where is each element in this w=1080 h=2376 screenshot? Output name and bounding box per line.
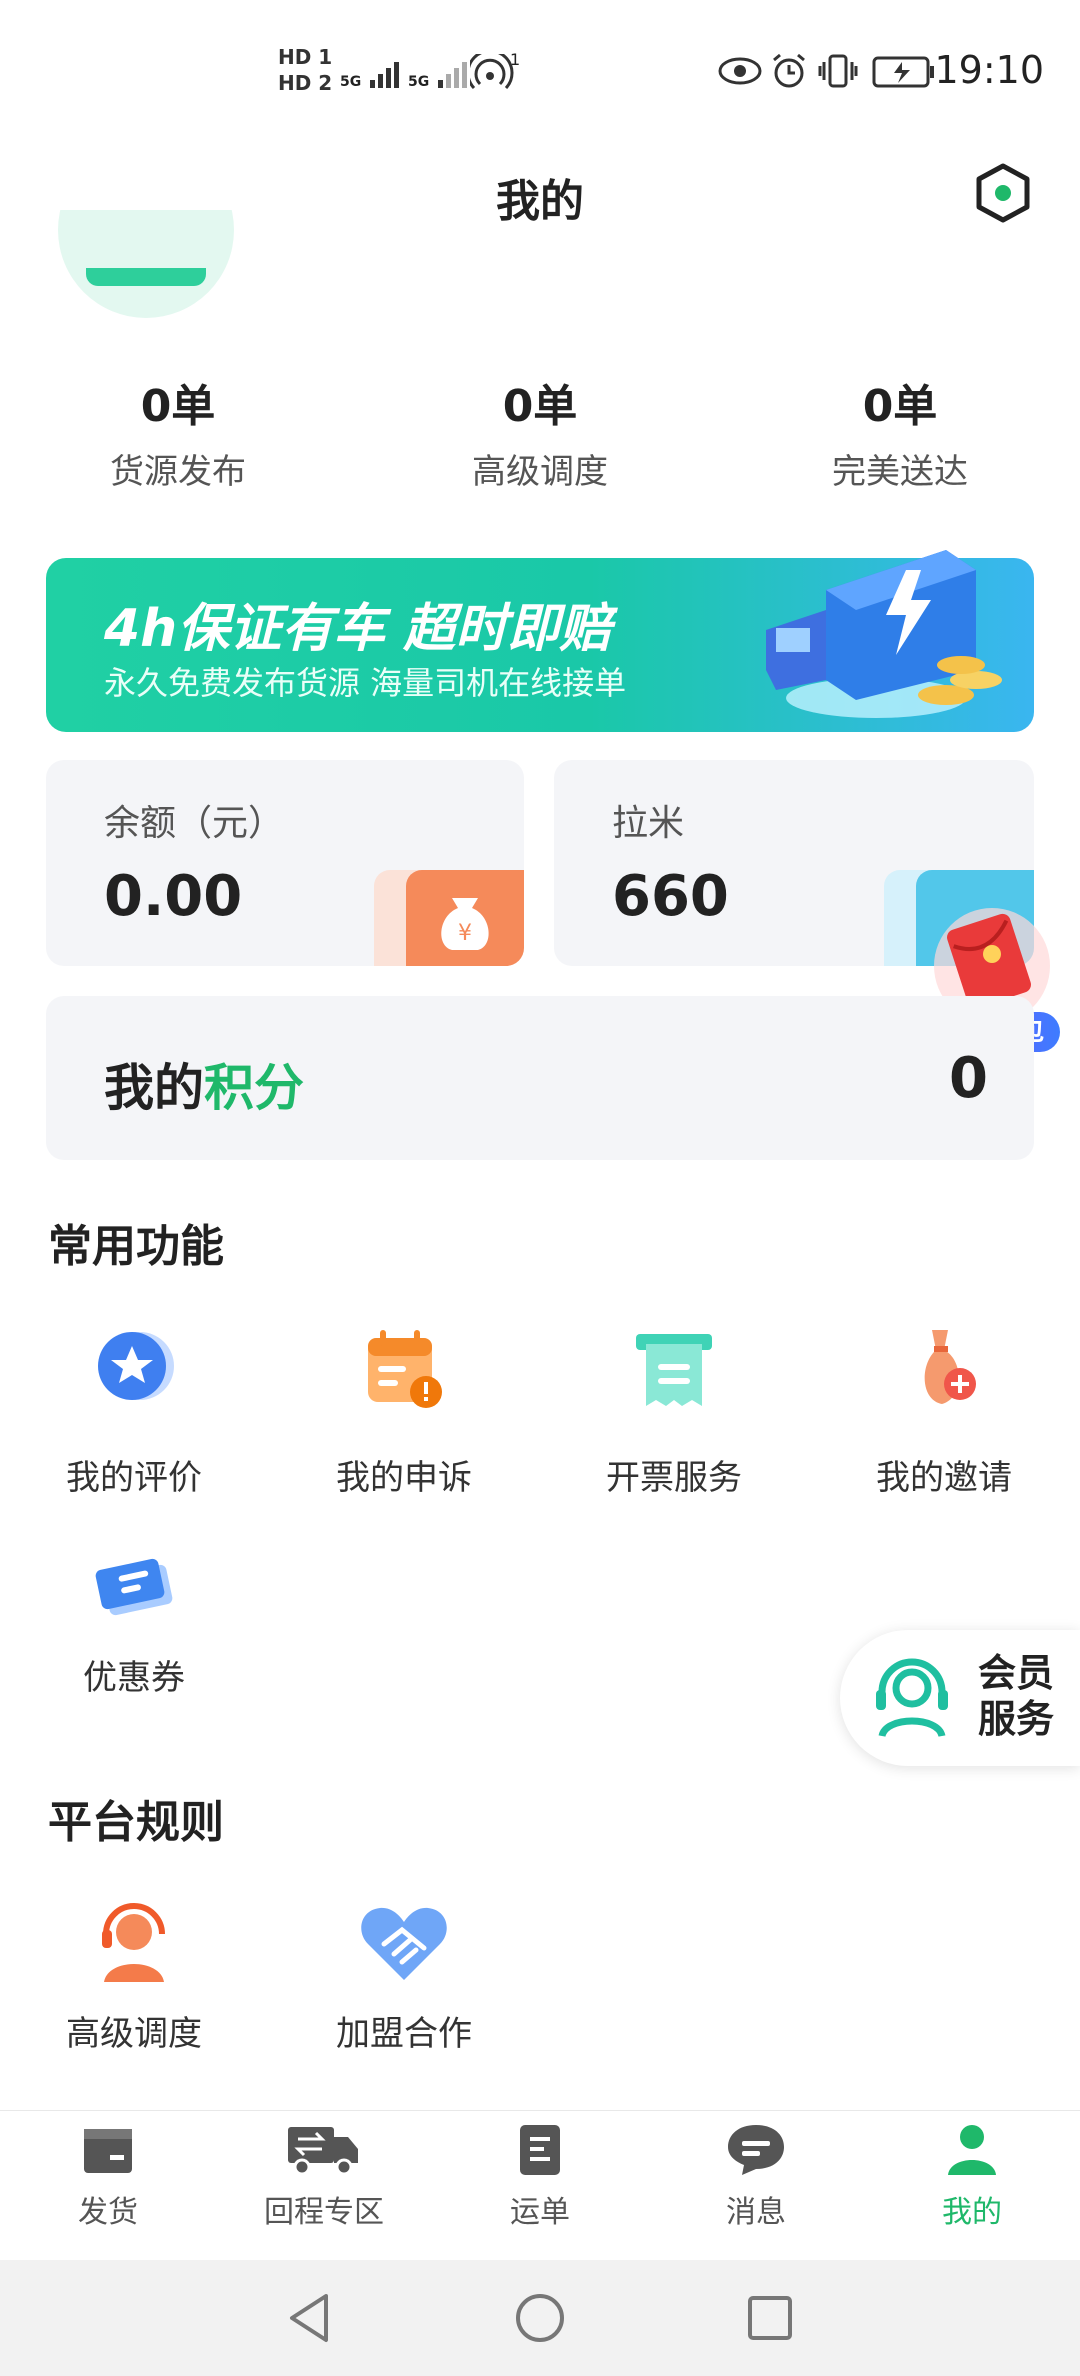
points-title-prefix: 我的 [104, 1059, 204, 1117]
stat-publish[interactable]: 0单 货源发布 [28, 370, 328, 493]
nav-ship[interactable]: 发货 [0, 2119, 216, 2231]
eye-icon [718, 56, 762, 90]
document-icon [520, 2125, 560, 2175]
balance-card[interactable]: 余额（元） 0.00 ¥ [46, 760, 524, 966]
money-bag-icon: ¥ [406, 870, 524, 966]
star-badge-icon [98, 1332, 174, 1400]
member-service-label: 会员 服务 [978, 1650, 1054, 1742]
lami-value: 660 [612, 864, 729, 929]
invite-icon [924, 1330, 976, 1404]
svg-text:¥: ¥ [458, 921, 472, 946]
hotspot-icon: 1 [466, 49, 520, 98]
net1-label: 5G [340, 74, 362, 90]
nav-mine[interactable]: 我的 [864, 2119, 1080, 2231]
status-bar: HD 1 HD 2 5G 5G 1 19:10 [0, 0, 1080, 140]
balance-value: 0.00 [104, 864, 243, 929]
battery-icon [872, 56, 936, 92]
customer-service-icon [876, 1658, 948, 1738]
points-value: 0 [949, 1046, 988, 1111]
sim2-label: HD 2 [278, 71, 333, 95]
system-nav-bar [0, 2260, 1080, 2376]
points-title-highlight: 积分 [204, 1059, 304, 1117]
person-icon [948, 2125, 996, 2175]
rule-label: 高级调度 [66, 2014, 202, 2054]
rule-advanced-dispatch[interactable]: 高级调度 [24, 1892, 244, 2055]
func-label: 开票服务 [606, 1458, 742, 1498]
lami-label: 拉米 [612, 803, 685, 844]
nav-return-zone[interactable]: 回程专区 [216, 2119, 432, 2231]
nav-label: 发货 [78, 2195, 138, 2230]
func-my-review[interactable]: 我的评价 [24, 1320, 244, 1499]
func-label: 优惠券 [83, 1658, 185, 1698]
home-icon[interactable] [512, 2290, 568, 2346]
nav-label: 运单 [510, 2195, 570, 2230]
member-service-button[interactable]: 会员 服务 [840, 1630, 1080, 1766]
sim1-label: HD 1 [278, 45, 333, 69]
stat-label: 货源发布 [110, 452, 246, 492]
common-functions-title: 常用功能 [48, 1221, 224, 1272]
member-service-line2: 服务 [978, 1697, 1055, 1741]
func-label: 我的邀请 [876, 1458, 1012, 1498]
truck-illustration-icon [766, 550, 1002, 718]
recents-icon[interactable] [742, 2290, 798, 2346]
chat-icon [728, 2125, 784, 2175]
headset-agent-icon [102, 1903, 165, 1982]
bottom-nav: 发货 回程专区 运单 消息 我的 [0, 2110, 1080, 2261]
handshake-heart-icon [361, 1907, 447, 1980]
box-icon [84, 2129, 132, 2173]
stat-label: 完美送达 [832, 452, 968, 492]
calendar-alert-icon [368, 1330, 442, 1408]
stat-value: 0单 [502, 381, 578, 432]
nav-label: 我的 [942, 2195, 1002, 2230]
settings-button[interactable] [974, 162, 1032, 224]
avatar[interactable] [58, 210, 234, 318]
signal-1-icon: 5G [340, 54, 416, 90]
member-service-line1: 会员 [978, 1651, 1055, 1695]
vibrate-icon [818, 54, 858, 92]
nav-waybill[interactable]: 运单 [432, 2119, 648, 2231]
nav-label: 回程专区 [264, 2195, 384, 2230]
truck-icon [288, 2127, 358, 2176]
rule-label: 加盟合作 [336, 2014, 472, 2054]
func-label: 我的申诉 [336, 1458, 472, 1498]
coupon-icon [95, 1558, 173, 1616]
func-coupon[interactable]: 优惠券 [24, 1536, 244, 1699]
balance-label: 余额（元） [104, 803, 285, 844]
sim-indicators: HD 1 HD 2 [278, 44, 332, 96]
func-my-appeal[interactable]: 我的申诉 [294, 1320, 514, 1499]
banner-subtitle: 永久免费发布货源 海量司机在线接单 [104, 664, 627, 702]
banner-title: 4h保证有车 超时即赔 [104, 599, 612, 659]
nav-label: 消息 [726, 2195, 786, 2230]
promo-banner[interactable]: 4h保证有车 超时即赔 永久免费发布货源 海量司机在线接单 [46, 550, 1034, 732]
nav-messages[interactable]: 消息 [648, 2119, 864, 2231]
hotspot-count: 1 [510, 50, 521, 69]
stat-dispatch[interactable]: 0单 高级调度 [390, 370, 690, 493]
points-card[interactable]: 我的积分 0 [46, 996, 1034, 1160]
stat-label: 高级调度 [472, 452, 608, 492]
stat-value: 0单 [140, 381, 216, 432]
status-time: 19:10 [934, 48, 1044, 92]
net2-label: 5G [408, 74, 430, 90]
hexagon-settings-icon [976, 163, 1030, 223]
platform-rules-title: 平台规则 [48, 1797, 224, 1848]
func-invoice[interactable]: 开票服务 [564, 1320, 784, 1499]
stat-delivered[interactable]: 0单 完美送达 [750, 370, 1050, 493]
stat-value: 0单 [862, 381, 938, 432]
rule-franchise[interactable]: 加盟合作 [294, 1892, 514, 2055]
invoice-icon [636, 1334, 712, 1406]
back-icon[interactable] [282, 2290, 338, 2346]
func-my-invite[interactable]: 我的邀请 [834, 1320, 1054, 1499]
func-label: 我的评价 [66, 1458, 202, 1498]
points-title: 我的积分 [104, 1048, 304, 1120]
alarm-icon [770, 52, 808, 94]
